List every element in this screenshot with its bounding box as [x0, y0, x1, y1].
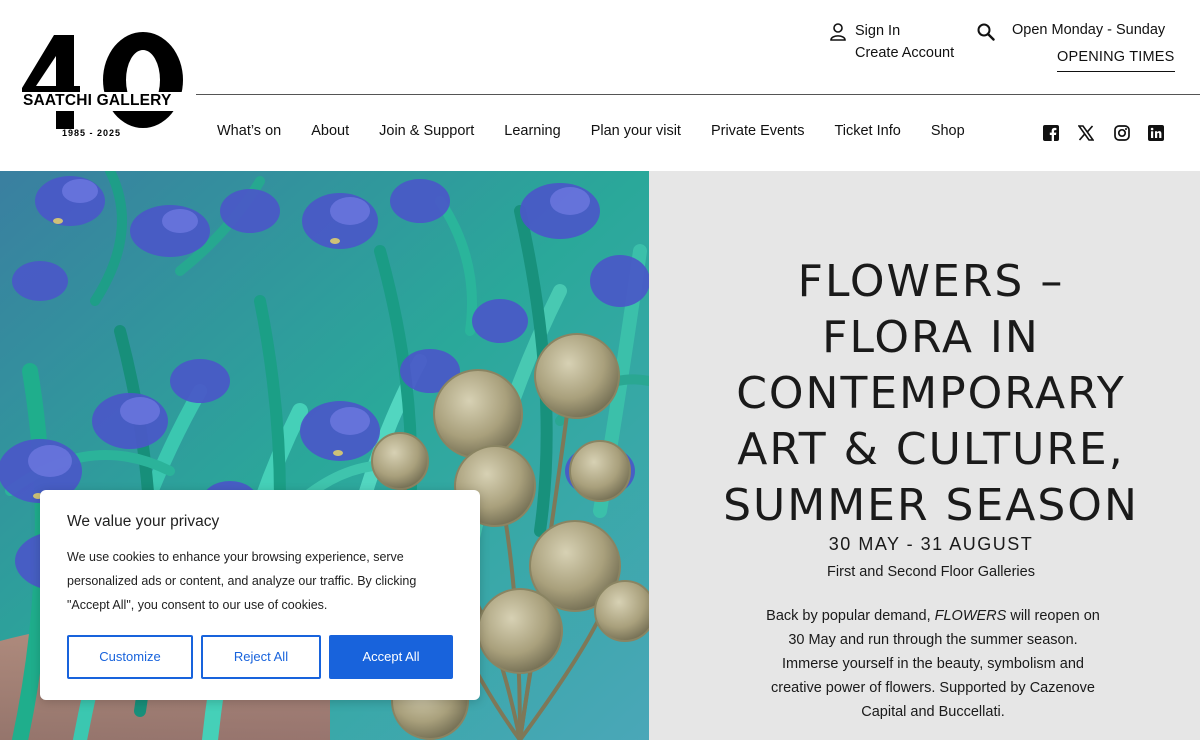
- nav-about[interactable]: About: [311, 123, 349, 139]
- user-icon: [830, 23, 846, 41]
- exhibition-dates: 30 MAY - 31 AUGUST: [828, 534, 1034, 554]
- exhibition-location: First and Second Floor Galleries: [827, 564, 1035, 580]
- accept-all-button[interactable]: Accept All: [329, 635, 453, 679]
- exhibition-description: Back by popular demand, FLOWERS will reo…: [763, 604, 1103, 724]
- search-icon[interactable]: [977, 23, 995, 41]
- cookie-consent-dialog: We value your privacy We use cookies to …: [40, 490, 480, 700]
- facebook-icon[interactable]: [1043, 125, 1059, 141]
- title-line: FLORA IN: [822, 312, 1040, 363]
- main-nav: What’s on About Join & Support Learning …: [217, 123, 995, 139]
- title-line: CONTEMPORARY: [736, 368, 1126, 419]
- title-line: SUMMER SEASON: [723, 480, 1139, 531]
- linkedin-icon[interactable]: [1148, 125, 1164, 141]
- logo-40-mark: [22, 32, 188, 129]
- nav-private-events[interactable]: Private Events: [711, 123, 805, 139]
- nav-whats-on[interactable]: What’s on: [217, 123, 281, 139]
- title-line: FLOWERS –: [797, 256, 1065, 307]
- nav-shop[interactable]: Shop: [931, 123, 965, 139]
- opening-days-text: Open Monday - Sunday: [1012, 22, 1166, 38]
- logo-years: 1985 - 2025: [62, 128, 122, 138]
- sign-in-link[interactable]: Sign In: [855, 23, 900, 39]
- nav-join-support[interactable]: Join & Support: [379, 123, 474, 139]
- description-text: will reopen on 30 May and run through th…: [770, 608, 1100, 720]
- site-header: SAATCHI GALLERY 1985 - 2025 Sign In Crea…: [0, 0, 1200, 171]
- description-emphasis: FLOWERS: [934, 608, 1007, 624]
- nav-ticket-info[interactable]: Ticket Info: [834, 123, 900, 139]
- nav-learning[interactable]: Learning: [504, 123, 560, 139]
- customize-button[interactable]: Customize: [67, 635, 193, 679]
- x-twitter-icon[interactable]: [1078, 125, 1094, 141]
- exhibition-panel: FLOWERS – FLORA IN CONTEMPORARY ART & CU…: [649, 171, 1200, 740]
- create-account-link[interactable]: Create Account: [855, 45, 954, 61]
- description-text: Back by popular demand,: [766, 608, 935, 624]
- exhibition-title[interactable]: FLOWERS – FLORA IN CONTEMPORARY ART & CU…: [649, 254, 1200, 534]
- saatchi-gallery-logo[interactable]: SAATCHI GALLERY 1985 - 2025: [22, 32, 188, 140]
- reject-all-button[interactable]: Reject All: [201, 635, 321, 679]
- cookie-description: We use cookies to enhance your browsing …: [67, 550, 417, 612]
- instagram-icon[interactable]: [1114, 125, 1130, 141]
- cookie-title: We value your privacy: [67, 513, 220, 530]
- title-line: ART & CULTURE,: [737, 424, 1125, 475]
- logo-wordmark: SAATCHI GALLERY: [23, 92, 172, 109]
- opening-times-link[interactable]: OPENING TIMES: [1057, 49, 1175, 72]
- header-divider: [196, 94, 1200, 95]
- nav-plan-your-visit[interactable]: Plan your visit: [591, 123, 681, 139]
